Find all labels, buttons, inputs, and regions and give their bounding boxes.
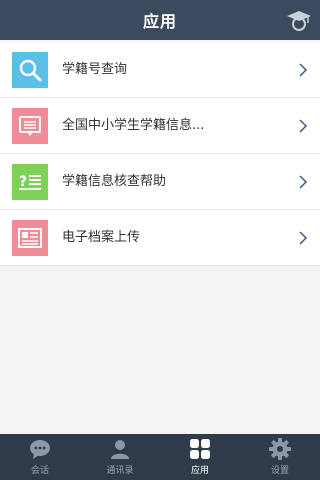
tab-contacts[interactable]: 通讯录 bbox=[80, 434, 160, 480]
chevron-right-icon bbox=[299, 175, 308, 189]
svg-text:?: ? bbox=[19, 174, 27, 190]
list-item-national-student-info[interactable]: 全国中小学生学籍信息... bbox=[0, 98, 320, 154]
chevron-right-icon bbox=[299, 63, 308, 77]
app-list: 学籍号查询 全国中小学生学籍信息... ? 学籍信息核查帮助 电子档案上传 bbox=[0, 42, 320, 266]
tab-label: 通讯录 bbox=[106, 466, 134, 476]
contacts-icon bbox=[111, 440, 129, 459]
list-item-label: 学籍信息核查帮助 bbox=[62, 174, 167, 189]
tab-settings[interactable]: 设置 bbox=[240, 434, 320, 480]
tab-label: 应用 bbox=[190, 466, 209, 476]
list-item-archive-upload[interactable]: 电子档案上传 bbox=[0, 210, 320, 266]
list-item-verification-help[interactable]: ? 学籍信息核查帮助 bbox=[0, 154, 320, 210]
gear-icon bbox=[269, 438, 291, 460]
chat-icon bbox=[30, 440, 50, 459]
bottom-tab-bar: 会话 通讯录 应用 设置 bbox=[0, 434, 320, 480]
tab-label: 会话 bbox=[30, 466, 49, 476]
chevron-right-icon bbox=[299, 231, 308, 245]
chevron-right-icon bbox=[299, 119, 308, 133]
document-icon bbox=[12, 108, 48, 144]
list-item-label: 全国中小学生学籍信息... bbox=[62, 118, 205, 133]
list-item-label: 学籍号查询 bbox=[62, 62, 128, 77]
page-title: 应用 bbox=[142, 12, 177, 31]
tab-label: 设置 bbox=[270, 466, 289, 476]
apps-grid-icon bbox=[190, 439, 210, 459]
list-item-label: 电子档案上传 bbox=[62, 230, 141, 245]
help-list-icon: ? bbox=[12, 164, 48, 200]
app-header: 应用 bbox=[0, 0, 320, 40]
profile-card-icon bbox=[12, 220, 48, 256]
tab-chat[interactable]: 会话 bbox=[0, 434, 80, 480]
list-item-student-id-query[interactable]: 学籍号查询 bbox=[0, 42, 320, 98]
search-icon bbox=[12, 52, 48, 88]
tab-apps[interactable]: 应用 bbox=[160, 434, 240, 480]
graduate-avatar-icon[interactable] bbox=[286, 8, 312, 34]
